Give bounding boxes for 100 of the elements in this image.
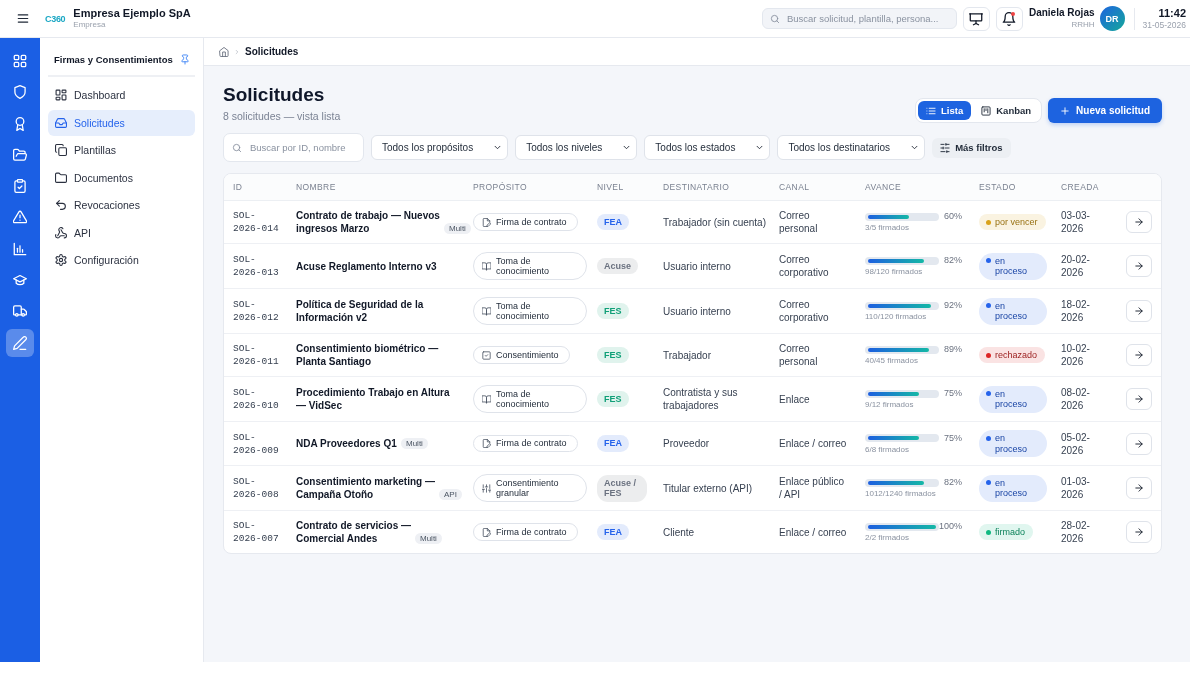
filter-dropdown[interactable]: Todos los niveles (515, 135, 638, 160)
created-date: 08-02-2026 (1061, 386, 1091, 412)
presentation-button[interactable] (962, 6, 990, 31)
recipient-text: Trabajador (sin cuenta) (663, 216, 766, 228)
column-header: NOMBRE (296, 180, 337, 194)
sidebar-item[interactable]: Solicitudes (48, 109, 195, 136)
channel-text: Correo personal (779, 342, 819, 368)
progress-percent: 75% (944, 432, 962, 444)
column-header: DESTINATARIO (663, 180, 731, 194)
level-badge: Acuse (597, 257, 638, 275)
channel-text: Enlace / correo (779, 437, 848, 450)
sidebar-item[interactable]: API (48, 219, 195, 246)
sidebar-item[interactable]: Dashboard (48, 82, 195, 108)
chevron-right-icon (234, 47, 240, 56)
column-header: NIVEL (597, 180, 625, 194)
progress-percent: 82% (944, 255, 962, 266)
sliders-icon (940, 142, 951, 153)
progress-percent: 82% (944, 477, 962, 488)
user-avatar[interactable]: DR (1099, 6, 1125, 31)
column-header: CREADA (1061, 180, 1100, 194)
request-tag: Multi (415, 533, 442, 544)
arrow-right-icon (1134, 527, 1144, 537)
more-filters-button[interactable]: Más filtros (932, 137, 1011, 158)
level-badge: FEA (597, 523, 629, 541)
request-id: SOL-2026-011 (233, 342, 280, 368)
channel-text: Correo corporativo (779, 253, 830, 279)
open-request-button[interactable] (1126, 477, 1152, 499)
company-name: Empresa Ejemplo SpA (73, 7, 191, 21)
bell-icon (1002, 11, 1017, 26)
progress-percent: 60% (944, 211, 962, 222)
bar-chart-icon (13, 241, 27, 256)
created-date: 20-02-2026 (1061, 253, 1091, 279)
open-request-button[interactable] (1126, 388, 1152, 410)
file-pen-icon (482, 217, 491, 227)
table-search-field[interactable]: Buscar por ID, nombre (223, 133, 364, 162)
status-badge: en proceso (979, 297, 1047, 325)
request-tag: Multi (444, 223, 471, 234)
grid-icon (13, 54, 27, 68)
open-request-button[interactable] (1126, 521, 1152, 543)
progress-detail: 3/5 firmados (865, 223, 911, 233)
chevron-down-icon (622, 143, 632, 152)
sidebar-item[interactable]: Configuración (48, 247, 195, 273)
home-icon[interactable] (219, 46, 229, 57)
menu-icon[interactable] (16, 12, 30, 25)
request-id: SOL-2026-007 (233, 519, 280, 545)
column-header: CANAL (779, 180, 811, 194)
status-badge: rechazado (979, 346, 1046, 364)
open-request-button[interactable] (1126, 211, 1152, 233)
new-request-button[interactable]: Nueva solicitud (1048, 98, 1162, 123)
recipient-text: Cliente (663, 526, 695, 538)
status-badge: por vencer (979, 213, 1046, 231)
open-request-button[interactable] (1126, 300, 1152, 322)
open-book-icon (482, 261, 491, 271)
arrow-right-icon (1134, 350, 1144, 360)
open-request-button[interactable] (1126, 432, 1152, 455)
undo-icon (55, 199, 67, 211)
search-field[interactable]: Buscar solicitud, plantilla, persona... (761, 8, 957, 29)
file-pen-icon (482, 439, 491, 448)
progress-detail: 6/8 firmados (865, 444, 911, 455)
view-tab[interactable]: Lista (918, 101, 972, 120)
inbox-icon (55, 116, 67, 129)
clock-date: 31-05-2026 (1142, 20, 1186, 31)
sidebar-item[interactable]: Revocaciones (48, 192, 195, 218)
open-book-icon (482, 306, 491, 316)
sidebar-item[interactable]: Documentos (48, 164, 195, 191)
webhook-icon (55, 226, 67, 239)
search-icon (769, 13, 780, 24)
request-name: Política de Seguridad de la Información v2 (296, 298, 424, 324)
channel-text: Correo personal (779, 209, 819, 235)
filter-dropdown[interactable]: Todos los destinatarios (777, 135, 926, 160)
status-badge: en proceso (979, 385, 1047, 413)
request-name: Acuse Reglamento Interno v3 (296, 259, 438, 273)
request-id: SOL-2026-014 (233, 209, 280, 235)
filter-dropdown[interactable]: Todos los estados (644, 135, 771, 160)
truck-icon (13, 304, 27, 319)
purpose-badge: Firma de contrato (473, 523, 578, 541)
open-book-icon (482, 394, 491, 404)
view-tab[interactable]: Kanban (973, 101, 1040, 120)
progress-detail: 98/120 firmados (865, 267, 924, 277)
chevron-down-icon (493, 143, 503, 152)
open-request-button[interactable] (1126, 255, 1152, 277)
arrow-right-icon (1134, 217, 1144, 227)
recipient-text: Usuario interno (663, 260, 731, 272)
created-date: 01-03-2026 (1061, 475, 1091, 501)
folder-icon (55, 171, 67, 184)
arrow-right-icon (1134, 261, 1144, 271)
progress-percent: 100% (938, 521, 962, 532)
pen-icon (13, 335, 27, 350)
recipient-text: Trabajador (663, 349, 711, 361)
level-badge: FEA (597, 213, 629, 231)
open-request-button[interactable] (1126, 344, 1152, 366)
chevron-down-icon (755, 143, 765, 152)
request-id: SOL-2026-008 (233, 475, 280, 501)
filter-dropdown[interactable]: Todos los propósitos (371, 135, 509, 160)
logo-text: C360 (45, 13, 66, 24)
notifications-button[interactable] (995, 6, 1023, 31)
status-badge: en proceso (979, 252, 1047, 280)
rail-nav-button[interactable] (6, 328, 34, 357)
pin-icon[interactable] (180, 53, 190, 65)
sidebar-item[interactable]: Plantillas (48, 137, 195, 163)
